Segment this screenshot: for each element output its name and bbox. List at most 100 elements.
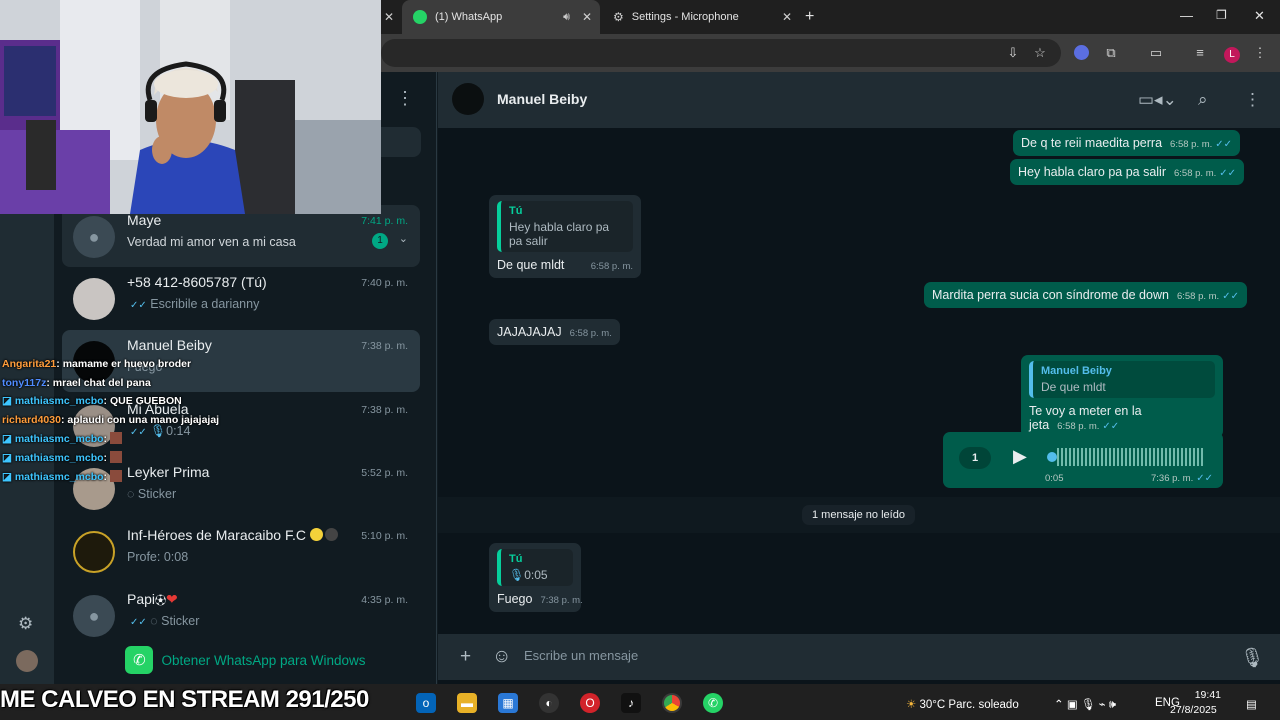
message-incoming[interactable]: Tú Hey habla claro pa pa salir De que ml… [489,195,641,278]
chat-message: : aplaudi con una mano jajajajaj [60,414,220,426]
search-chats-input[interactable] [381,127,421,157]
profile-avatar[interactable] [16,650,38,672]
chat-message: : mamame er huevo broder [56,358,192,370]
video-call-icon[interactable]: ▭◂⌄ [1138,90,1177,110]
split-view-icon[interactable]: ▭ [1148,45,1164,61]
message-incoming[interactable]: JAJAJAJAJ 6:58 p. m. [489,319,620,345]
whatsapp-icon: ✆ [125,646,154,674]
chat-item-self[interactable]: +58 412-8605787 (Tú) ✓✓ Escribile a dari… [62,267,420,329]
app-icon[interactable]: ◐ [539,693,559,713]
settings-gear-icon[interactable]: ⚙ [18,614,33,634]
chat-message: : QUE GUEBON [103,395,182,407]
badge-icon: ◪ [2,471,12,483]
clock-time[interactable]: 19:41 [1185,689,1221,701]
seek-dot[interactable] [1047,452,1057,462]
bookmark-star-icon[interactable]: ☆ [1032,45,1048,61]
message-incoming[interactable]: Tú 🎙︎0:05 Fuego 7:38 p. m. [489,543,583,612]
notifications-icon[interactable]: ▤ [1246,697,1257,711]
chat-username: mathiasmc_mcbo [14,433,104,445]
chevron-down-icon[interactable]: ⌄ [399,232,408,245]
waveform[interactable] [1057,448,1205,466]
message-text: Fuego [497,592,533,606]
quoted-message[interactable]: Tú 🎙︎0:05 [497,549,573,586]
chat-username: tony117z [2,377,47,389]
tab-title: Settings - Microphone [631,11,739,23]
avatar [73,278,115,320]
maximize-icon[interactable]: ❐ [1216,8,1227,22]
chat-name: Papi⚽︎❤ [127,591,178,607]
stream-chat-line: ◪ mathiasmc_mcbo: [2,432,122,445]
stream-chat-line: Angarita21: mamame er huevo broder [2,358,191,370]
close-tab-icon[interactable]: ✕ [582,10,592,24]
extension-icon[interactable] [1073,45,1089,61]
voice-duration: 0:05 [1045,473,1064,484]
menu-dots-icon[interactable]: ⋮ [1244,90,1261,110]
whatsapp-icon[interactable]: ✆ [703,693,723,713]
chat-name: +58 412-8605787 (Tú) [127,274,267,290]
new-tab-button[interactable]: + [805,0,825,34]
tab-whatsapp[interactable]: (1) WhatsApp 🔊︎ ✕ [402,0,600,34]
playback-speed-button[interactable]: 1 [959,447,991,469]
black-circle-icon [324,528,338,541]
chat-item-inf-heroes[interactable]: Inf-Héroes de Maracaibo F.C Profe: 0:08 … [62,520,420,582]
quote-text: De que mldt [1041,380,1106,394]
chat-time: 7:40 p. m. [361,277,408,289]
quoted-message[interactable]: Tú Hey habla claro pa pa salir [497,201,633,252]
gear-icon: ⚙ [613,10,624,24]
chat-item-maye[interactable]: ● Maye Verdad mi amor ven a mi casa 7:41… [62,205,420,267]
conversation-header[interactable]: Manuel Beiby ▭◂⌄ ⌕ ⋮ [438,72,1280,128]
previous-tab-close[interactable]: ✕ [381,0,401,34]
quoted-message[interactable]: Manuel Beiby De que mldt [1029,361,1215,398]
read-ticks-icon: ✓✓ [1102,421,1120,432]
message-text: Mardita perra sucia con síndrome de down [932,288,1169,302]
address-field[interactable] [381,39,1061,67]
tab-settings-microphone[interactable]: ⚙ Settings - Microphone ✕ [603,0,800,34]
weather-widget[interactable]: ☀ 30°C Parc. soleado [906,697,1019,711]
chat-preview: Verdad mi amor ven a mi casa [127,235,296,249]
message-input[interactable]: Escribe un mensaje [524,648,638,663]
message-outgoing[interactable]: Hey habla claro pa pa salir 6:58 p. m. ✓✓ [1010,159,1245,185]
chat-item-leyker-prima[interactable]: Leyker Prima ◌ Sticker 5:52 p. m. [62,457,420,519]
minimize-icon[interactable]: — [1180,8,1193,23]
browser-menu-icon[interactable]: ⋮ [1252,45,1268,61]
message-outgoing[interactable]: Mardita perra sucia con síndrome de down… [924,282,1247,308]
chat-message: : mrael chat del pana [46,377,151,389]
voice-message-outgoing[interactable]: 1 ▶ 0:05 7:36 p. m. ✓✓ [943,432,1223,488]
microphone-icon[interactable]: 🎙︎ [1240,646,1264,670]
opera-icon[interactable]: O [580,693,600,713]
outlook-icon[interactable]: o [416,693,436,713]
reading-list-icon[interactable]: ≡ [1192,45,1208,61]
play-icon[interactable]: ▶ [1013,446,1027,467]
quote-text: 🎙︎0:05 [509,568,548,582]
message-outgoing[interactable]: De q te reii maedita perra 6:58 p. m. ✓✓ [1013,130,1241,156]
store-icon[interactable]: ▦ [498,693,518,713]
chat-preview: ✓✓ 🎙︎0:14 [130,424,191,438]
close-window-icon[interactable]: ✕ [1254,8,1265,24]
clock-date[interactable]: 27/8/2025 [1170,704,1217,716]
close-tab-icon[interactable]: ✕ [782,10,792,24]
menu-dots-icon[interactable]: ⋮ [396,88,414,109]
chrome-icon[interactable] [662,693,682,713]
tiktok-icon[interactable]: ♪ [621,693,641,713]
chat-preview: ◌ Sticker [127,487,177,501]
search-icon[interactable]: ⌕ [1198,90,1208,110]
speaker-icon[interactable]: 🔊︎ [563,11,570,24]
chat-username: mathiasmc_mcbo [14,471,104,483]
contact-name[interactable]: Manuel Beiby [497,91,587,107]
message-outgoing[interactable]: Manuel Beiby De que mldt Te voy a meter … [1021,355,1223,438]
get-whatsapp-windows-link[interactable]: ✆ Obtener WhatsApp para Windows [54,636,437,684]
profile-avatar[interactable]: L [1224,45,1240,63]
chat-time: 7:41 p. m. [361,215,408,227]
chat-message: : [103,433,108,445]
contact-avatar[interactable] [452,83,484,115]
message-time: 6:58 p. m. [590,261,633,272]
install-app-icon[interactable]: ⇩ [1005,45,1021,61]
chat-message: : [103,471,108,483]
webcam-overlay [0,0,381,214]
attach-plus-icon[interactable]: + [460,646,471,668]
badge-icon: ◪ [2,452,12,464]
file-explorer-icon[interactable]: ▬ [457,693,477,713]
extensions-puzzle-icon[interactable]: ⧉ [1103,45,1119,61]
tray-icons[interactable]: ⌃ ▣ 🎙︎ ⌁ 🕪 [1054,697,1116,712]
emoji-icon[interactable]: ☺ [492,646,511,668]
